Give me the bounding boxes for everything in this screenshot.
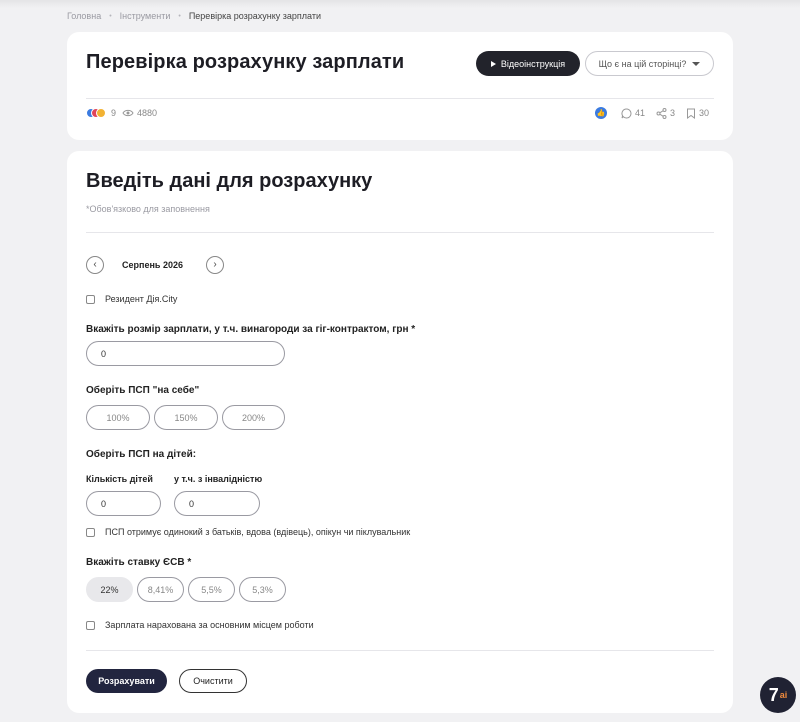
- current-month: Серпень 2026: [122, 260, 183, 270]
- breadcrumb: Головна • Інструменти • Перевірка розрах…: [67, 11, 321, 21]
- single-parent-checkbox-row[interactable]: ПСП отримує одинокий з батьків, вдова (в…: [86, 527, 410, 537]
- bookmarks-count: 30: [699, 108, 710, 118]
- form-divider: [86, 232, 714, 233]
- clear-button[interactable]: Очистити: [179, 669, 247, 693]
- breadcrumb-separator: •: [178, 12, 181, 20]
- bookmark-icon: [687, 108, 696, 119]
- main-job-label: Зарплата нарахована за основним місцем р…: [105, 620, 314, 630]
- children-count-input[interactable]: 0: [86, 491, 161, 516]
- dropdown-label: Що є на цій сторінці?: [598, 58, 687, 69]
- logo-accent-text: ai: [779, 690, 788, 700]
- breadcrumb-tools[interactable]: Інструменти: [120, 11, 171, 21]
- resident-checkbox[interactable]: [86, 294, 95, 304]
- play-icon: [490, 60, 496, 67]
- calculate-button[interactable]: Розрахувати: [86, 669, 167, 693]
- video-instruction-button[interactable]: Відеоінструкція: [476, 51, 580, 76]
- main-job-checkbox-row[interactable]: Зарплата нарахована за основним місцем р…: [86, 620, 314, 630]
- disabled-children-input[interactable]: 0: [174, 491, 260, 516]
- views-count: 4880: [137, 108, 158, 118]
- form-heading: Введіть дані для розрахунку: [86, 170, 373, 192]
- stats-right: 👍 41 3 30: [595, 107, 709, 119]
- resident-label: Резидент Дія.City: [105, 294, 178, 304]
- comments-stat[interactable]: 41: [621, 107, 646, 119]
- psp-self-label: Оберіть ПСП "на себе": [86, 385, 200, 396]
- psp-self-100-option[interactable]: 100%: [86, 405, 150, 430]
- shares-stat[interactable]: 3: [656, 107, 676, 119]
- required-note: *Обов'язково для заповнення: [86, 204, 210, 214]
- salary-label: Вкажіть розмір зарплати, у т.ч. винагоро…: [86, 324, 416, 335]
- video-button-label: Відеоінструкція: [500, 58, 566, 69]
- bookmarks-stat[interactable]: 30: [686, 108, 709, 119]
- next-month-button[interactable]: ›: [206, 256, 224, 274]
- shares-count: 3: [670, 108, 676, 118]
- actions-divider: [86, 650, 714, 651]
- breadcrumb-home[interactable]: Головна: [67, 11, 101, 21]
- logo-main-text: 7: [768, 684, 779, 705]
- breadcrumb-separator: •: [109, 12, 112, 20]
- form-card: Введіть дані для розрахунку *Обов'язково…: [67, 151, 733, 713]
- share-icon: [656, 107, 667, 119]
- breadcrumb-current: Перевірка розрахунку зарплати: [188, 11, 322, 21]
- reactions-count: 9: [111, 108, 117, 118]
- single-parent-label: ПСП отримує одинокий з батьків, вдова (в…: [105, 527, 411, 537]
- comments-count: 41: [635, 108, 646, 118]
- page-contents-dropdown[interactable]: Що є на цій сторінці?: [585, 51, 714, 76]
- top-shade: [0, 0, 800, 8]
- page-title: Перевірка розрахунку зарплати: [86, 51, 405, 73]
- like-icon[interactable]: 👍: [595, 107, 607, 119]
- chevron-down-icon: [692, 61, 701, 66]
- main-job-checkbox[interactable]: [86, 620, 95, 630]
- esv-5-5-option[interactable]: 5,5%: [188, 577, 235, 602]
- salary-input[interactable]: 0: [86, 341, 285, 366]
- header-divider: [86, 98, 714, 99]
- comment-icon: [621, 107, 632, 118]
- month-selector: ‹ Серпень 2026 ›: [86, 256, 224, 274]
- single-parent-checkbox[interactable]: [86, 527, 95, 537]
- esv-22-option[interactable]: 22%: [86, 577, 133, 602]
- header-card: Перевірка розрахунку зарплати Відеоінстр…: [67, 32, 733, 140]
- reactions-icon[interactable]: [86, 107, 108, 119]
- 7ai-logo-icon[interactable]: 7 ai: [760, 677, 796, 713]
- prev-month-button[interactable]: ‹: [86, 256, 104, 274]
- stats-left: 9 4880: [86, 107, 157, 119]
- esv-label: Вкажіть ставку ЄСВ *: [86, 557, 192, 568]
- eye-icon: [122, 109, 134, 117]
- psp-self-200-option[interactable]: 200%: [222, 405, 285, 430]
- resident-checkbox-row[interactable]: Резидент Дія.City: [86, 294, 177, 304]
- psp-children-label: Оберіть ПСП на дітей:: [86, 449, 197, 460]
- esv-8-41-option[interactable]: 8,41%: [137, 577, 184, 602]
- psp-self-options: 100% 150% 200%: [86, 405, 285, 430]
- esv-options: 22% 8,41% 5,5% 5,3%: [86, 577, 286, 602]
- children-count-label: Кількість дітей: [86, 474, 153, 484]
- esv-5-3-option[interactable]: 5,3%: [239, 577, 286, 602]
- disabled-children-label: у т.ч. з інвалідністю: [174, 474, 263, 484]
- psp-self-150-option[interactable]: 150%: [154, 405, 218, 430]
